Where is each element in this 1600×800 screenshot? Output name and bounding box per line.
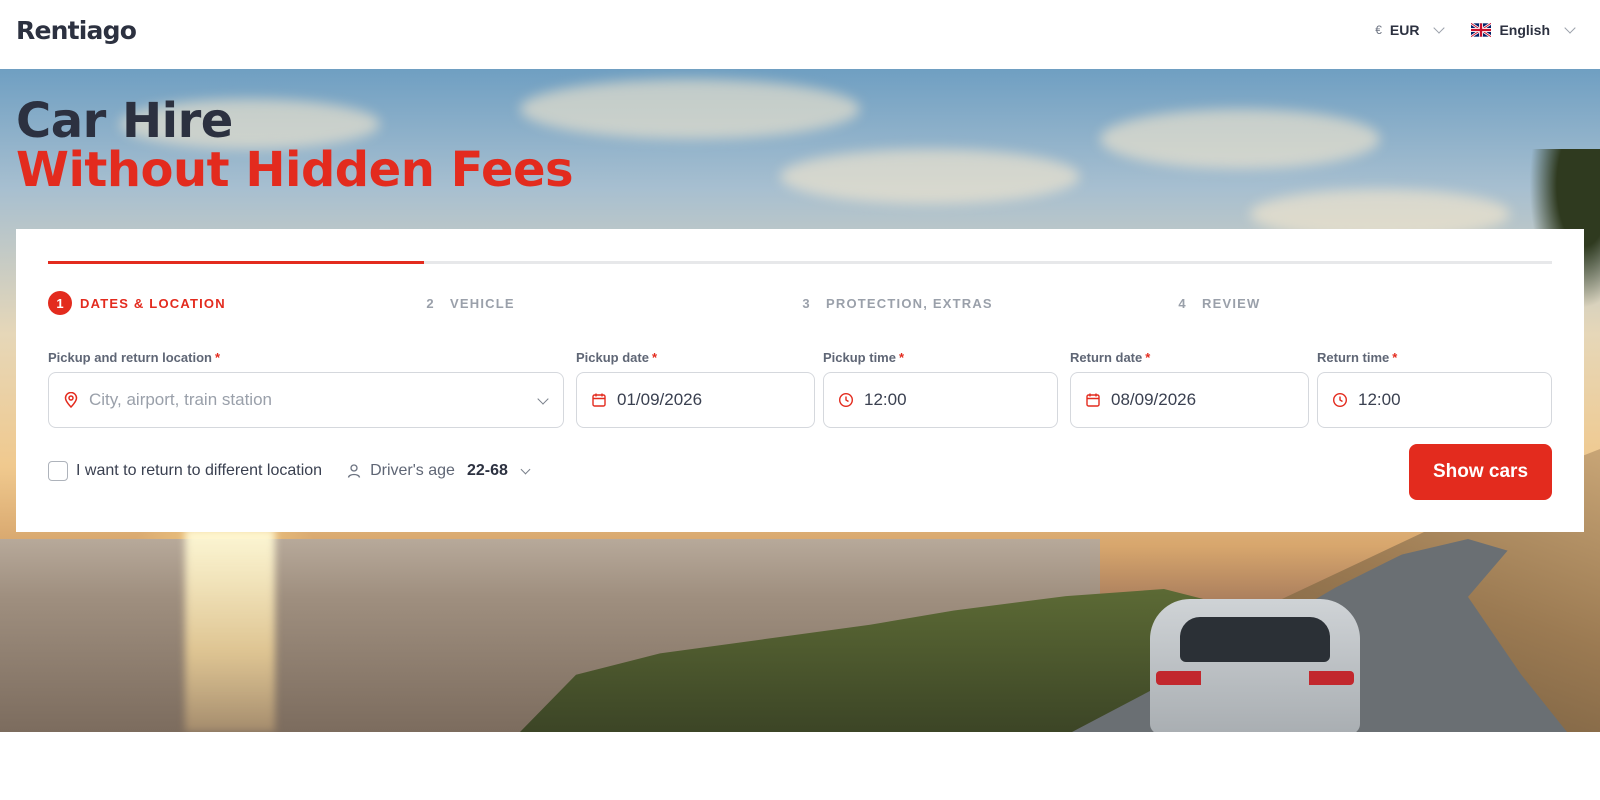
cloud [780, 149, 1080, 204]
return-date-value: 08/09/2026 [1111, 390, 1197, 409]
return-date-label-text: Return date [1070, 350, 1143, 365]
language-selector[interactable]: English [1471, 22, 1576, 38]
user-icon [347, 464, 361, 478]
chevron-down-icon [537, 393, 549, 405]
calendar-icon [1086, 393, 1100, 407]
calendar-icon [592, 393, 606, 407]
options-row: I want to return to different location D… [48, 459, 531, 483]
return-time-label: Return time * [1317, 350, 1397, 365]
chevron-down-icon [520, 464, 531, 474]
required-marker: * [651, 350, 658, 365]
return-time-input[interactable]: 12:00 [1317, 372, 1552, 428]
step-progress-fill [48, 261, 424, 264]
required-marker: * [1145, 350, 1151, 365]
car-image [1150, 599, 1360, 732]
chevron-down-icon [1433, 22, 1446, 34]
clock-icon [838, 392, 854, 408]
step-progress-bar [48, 261, 1552, 264]
booking-steps: 1 DATES & LOCATION 2 VEHICLE 3 PROTECTIO… [48, 291, 1552, 315]
step-label: REVIEW [1202, 295, 1261, 311]
different-location-label[interactable]: I want to return to different location [76, 462, 322, 480]
site-header: Rentiago € EUR English [0, 0, 1600, 69]
language-label: English [1499, 22, 1550, 38]
return-time-label-text: Return time [1317, 350, 1390, 365]
pickup-date-value: 01/09/2026 [617, 390, 703, 409]
location-input[interactable]: City, airport, train station [48, 372, 564, 428]
different-location-checkbox[interactable] [48, 461, 68, 481]
hero-title-line2: Without Hidden Fees [16, 142, 574, 198]
uk-flag-icon [1471, 23, 1492, 37]
clock-icon [1332, 392, 1348, 408]
return-time-value: 12:00 [1358, 390, 1401, 409]
step-dates-location[interactable]: 1 DATES & LOCATION [48, 291, 226, 315]
currency-selector[interactable]: € EUR [1375, 22, 1446, 38]
required-marker: * [1392, 350, 1398, 365]
return-date-input[interactable]: 08/09/2026 [1070, 372, 1309, 428]
location-pin-icon [64, 392, 78, 408]
pickup-date-label-text: Pickup date [576, 350, 649, 365]
step-label: VEHICLE [450, 295, 515, 311]
location-label-text: Pickup and return location [48, 350, 212, 365]
chevron-down-icon [1564, 22, 1576, 34]
hero-title-line1: Car Hire [16, 93, 233, 149]
booking-card: 1 DATES & LOCATION 2 VEHICLE 3 PROTECTIO… [16, 229, 1584, 532]
step-review[interactable]: 4 REVIEW [1170, 291, 1260, 315]
pickup-time-value: 12:00 [864, 390, 907, 409]
hero-title: Car Hire Without Hidden Fees [16, 93, 574, 198]
step-vehicle[interactable]: 2 VEHICLE [418, 291, 515, 315]
pickup-time-label: Pickup time * [823, 350, 904, 365]
driver-age-selector[interactable]: Driver's age 22-68 [346, 462, 531, 480]
driver-age-value: 22-68 [466, 462, 508, 479]
location-placeholder: City, airport, train station [89, 390, 272, 409]
step-label: DATES & LOCATION [80, 295, 226, 311]
step-label: PROTECTION, EXTRAS [826, 295, 993, 311]
step-protection-extras[interactable]: 3 PROTECTION, EXTRAS [794, 291, 993, 315]
step-number: 2 [426, 295, 434, 311]
step-number: 1 [48, 291, 72, 315]
step-number: 3 [802, 295, 810, 311]
pickup-date-label: Pickup date * [576, 350, 657, 365]
header-controls: € EUR English [1375, 22, 1576, 38]
pickup-date-input[interactable]: 01/09/2026 [576, 372, 815, 428]
pickup-time-label-text: Pickup time [823, 350, 896, 365]
currency-label: EUR [1389, 22, 1420, 38]
show-cars-button[interactable]: Show cars [1409, 444, 1552, 500]
location-label: Pickup and return location * [48, 350, 220, 365]
return-date-label: Return date * [1070, 350, 1150, 365]
pickup-time-input[interactable]: 12:00 [823, 372, 1058, 428]
driver-age-label: Driver's age [370, 462, 455, 479]
step-number: 4 [1178, 295, 1186, 311]
sun-reflection [185, 529, 275, 732]
euro-icon: € [1375, 23, 1382, 37]
required-marker: * [898, 350, 905, 365]
required-marker: * [214, 350, 221, 365]
site-logo[interactable]: Rentiago [16, 16, 137, 45]
cloud [1100, 109, 1380, 169]
